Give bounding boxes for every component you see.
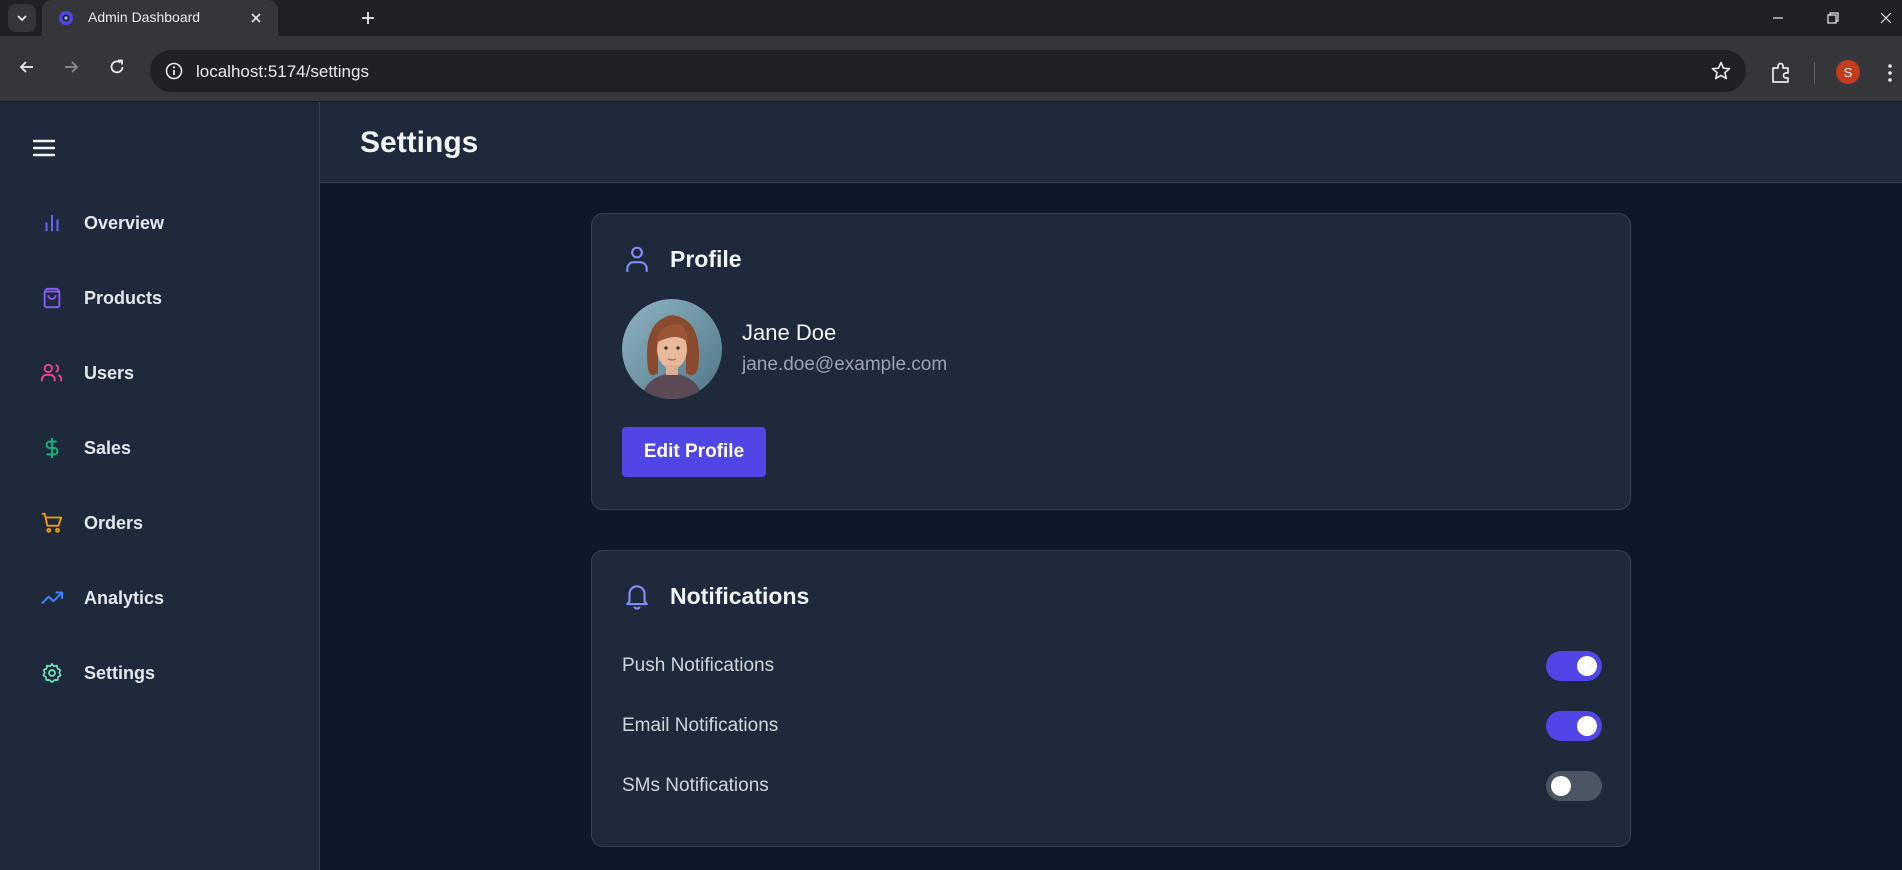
url-text[interactable]: localhost:5174/settings (196, 62, 369, 82)
push-notifications-toggle[interactable] (1546, 651, 1602, 681)
reload-icon (110, 59, 124, 74)
sms-notifications-toggle[interactable] (1546, 771, 1602, 801)
close-icon (251, 13, 261, 23)
sidebar-item-sales[interactable]: Sales (24, 422, 296, 474)
chevron-down-icon (17, 15, 27, 22)
toggle-knob (1551, 776, 1571, 796)
sidebar-item-label: Analytics (84, 587, 165, 608)
sidebar-item-label: Products (84, 287, 163, 308)
sidebar-item-label: Sales (84, 437, 132, 458)
sidebar-item-label: Settings (84, 662, 156, 683)
shopping-cart-icon (40, 511, 64, 535)
toolbar-divider (1814, 62, 1815, 84)
more-vertical-icon (1888, 64, 1892, 82)
bar-chart-icon (40, 211, 64, 235)
address-bar[interactable]: localhost:5174/settings (150, 50, 1746, 92)
user-name: Jane Doe (742, 320, 837, 345)
email-notifications-label: Email Notifications (622, 715, 779, 736)
notification-setting-row: Email Notifications (622, 706, 1602, 746)
edit-profile-button[interactable]: Edit Profile (622, 427, 766, 477)
arrow-left-icon (19, 61, 33, 73)
sidebar-item-analytics[interactable]: Analytics (24, 572, 296, 624)
sidebar-item-overview[interactable]: Overview (24, 197, 296, 249)
browser-tab-bar: Admin Dashboard (0, 0, 1902, 36)
bell-icon (622, 581, 652, 611)
reload-button[interactable] (102, 52, 132, 82)
sidebar-item-label: Orders (84, 512, 144, 533)
toggle-knob (1577, 716, 1597, 736)
extensions-puzzle-icon[interactable] (1768, 60, 1794, 86)
new-tab-button[interactable] (356, 6, 380, 30)
sidebar: Overview Products Users Sales Orders Ana… (0, 102, 320, 870)
bookmark-star-icon[interactable] (1710, 60, 1732, 82)
notification-setting-row: Push Notifications (622, 646, 1602, 686)
trending-up-icon (40, 586, 64, 610)
browser-toolbar: localhost:5174/settings S (0, 36, 1902, 101)
shopping-bag-icon (40, 286, 64, 310)
tab-close-button[interactable] (246, 8, 266, 28)
page-title: Settings (360, 126, 479, 159)
sidebar-item-settings[interactable]: Settings (24, 647, 296, 699)
notifications-section-title: Notifications (670, 582, 810, 609)
window-minimize-button[interactable] (1764, 4, 1792, 32)
window-close-button[interactable] (1872, 4, 1900, 32)
users-icon (40, 361, 64, 385)
back-button[interactable] (12, 52, 42, 82)
sms-notifications-label: SMs Notifications (622, 775, 769, 796)
user-email: jane.doe@example.com (742, 354, 948, 375)
sidebar-toggle-button[interactable] (26, 130, 62, 166)
sidebar-item-users[interactable]: Users (24, 347, 296, 399)
page-header: Settings (320, 102, 1902, 183)
browser-tab-active[interactable]: Admin Dashboard (42, 0, 278, 36)
browser-profile-avatar[interactable]: S (1836, 60, 1860, 84)
plus-icon (362, 12, 374, 24)
notification-setting-row: SMs Notifications (622, 766, 1602, 806)
sidebar-item-label: Users (84, 362, 135, 383)
sidebar-item-orders[interactable]: Orders (24, 497, 296, 549)
avatar (622, 299, 722, 399)
tab-title: Admin Dashboard (88, 9, 201, 25)
notifications-card-header: Notifications (622, 581, 809, 611)
notifications-card: Notifications Push Notifications Email N… (591, 550, 1631, 847)
toggle-knob (1577, 656, 1597, 676)
menu-icon (32, 139, 56, 157)
window-restore-button[interactable] (1819, 4, 1847, 32)
tab-search-button[interactable] (8, 4, 36, 32)
minimize-icon (1773, 17, 1783, 19)
site-info-icon[interactable] (164, 61, 184, 81)
push-notifications-label: Push Notifications (622, 655, 775, 676)
profile-photo (622, 299, 722, 399)
profile-card: Profile Jane Doe jane.doe@example.com Ed… (591, 213, 1631, 510)
app-favicon-icon (59, 11, 73, 25)
arrow-right-icon (65, 61, 79, 73)
sidebar-item-label: Overview (84, 212, 165, 233)
email-notifications-toggle[interactable] (1546, 711, 1602, 741)
sidebar-item-products[interactable]: Products (24, 272, 296, 324)
forward-button[interactable] (56, 52, 86, 82)
settings-icon (40, 661, 64, 685)
restore-icon (1827, 12, 1839, 24)
profile-section-title: Profile (670, 245, 742, 272)
browser-menu-button[interactable] (1884, 60, 1896, 86)
dollar-sign-icon (40, 436, 64, 460)
profile-card-header: Profile (622, 244, 742, 274)
user-icon (622, 244, 652, 274)
close-icon (1880, 12, 1892, 24)
